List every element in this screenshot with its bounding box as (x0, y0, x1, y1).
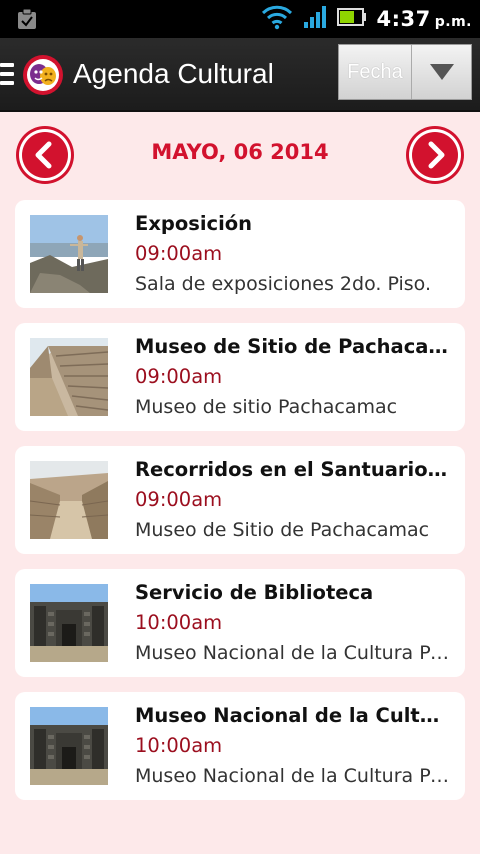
filter-dropdown[interactable]: Fecha (338, 44, 472, 100)
event-thumbnail (30, 707, 108, 785)
event-place: Museo Nacional de la Cultura Peruana (135, 642, 453, 664)
event-list: Exposición 09:00am Sala de exposiciones … (15, 200, 465, 815)
signal-icon (303, 5, 327, 33)
selected-date: MAYO, 06 2014 (151, 140, 329, 164)
clock-ampm: p.m. (434, 14, 472, 30)
event-place: Museo de sitio Pachacamac (135, 396, 398, 418)
wifi-icon (261, 4, 293, 34)
event-time: 09:00am (135, 242, 223, 265)
event-thumbnail (30, 215, 108, 293)
app-logo-icon[interactable] (22, 54, 64, 96)
next-date-button[interactable] (405, 125, 465, 185)
event-place: Museo de Sitio de Pachacamac (135, 519, 430, 541)
event-time: 09:00am (135, 365, 223, 388)
event-title: Servicio de Biblioteca (135, 581, 374, 604)
previous-date-button[interactable] (15, 125, 75, 185)
event-time: 10:00am (135, 611, 223, 634)
event-place: Sala de exposiciones 2do. Piso. (135, 273, 432, 295)
event-thumbnail (30, 338, 108, 416)
event-place: Museo Nacional de la Cultura Peruana (135, 765, 453, 787)
event-thumbnail (30, 584, 108, 662)
event-card[interactable]: Recorridos en el Santuario Arqueológico … (15, 446, 465, 554)
event-time: 10:00am (135, 734, 223, 757)
event-card[interactable]: Exposición 09:00am Sala de exposiciones … (15, 200, 465, 308)
event-title: Exposición (135, 212, 253, 235)
event-card[interactable]: Museo Nacional de la Cultura Peruana 10:… (15, 692, 465, 800)
menu-icon[interactable] (0, 63, 14, 85)
chevron-down-icon (412, 45, 471, 99)
event-title: Museo Nacional de la Cultura Peruana (135, 704, 453, 727)
battery-icon (336, 7, 367, 31)
filter-selected-value: Fecha (339, 45, 412, 99)
status-bar: 4:37 p.m. (0, 0, 480, 38)
app-title: Agenda Cultural (73, 58, 274, 89)
event-card[interactable]: Museo de Sitio de Pachacamac 09:00am Mus… (15, 323, 465, 431)
chevron-right-icon (406, 126, 464, 184)
event-thumbnail (30, 461, 108, 539)
event-time: 09:00am (135, 488, 223, 511)
clipboard-icon (16, 8, 38, 30)
clock: 4:37 p.m. (377, 7, 472, 31)
event-card[interactable]: Servicio de Biblioteca 10:00am Museo Nac… (15, 569, 465, 677)
event-title: Museo de Sitio de Pachacamac (135, 335, 453, 358)
event-title: Recorridos en el Santuario Arqueológico … (135, 458, 453, 481)
clock-time: 4:37 (376, 7, 431, 31)
chevron-left-icon (16, 126, 74, 184)
